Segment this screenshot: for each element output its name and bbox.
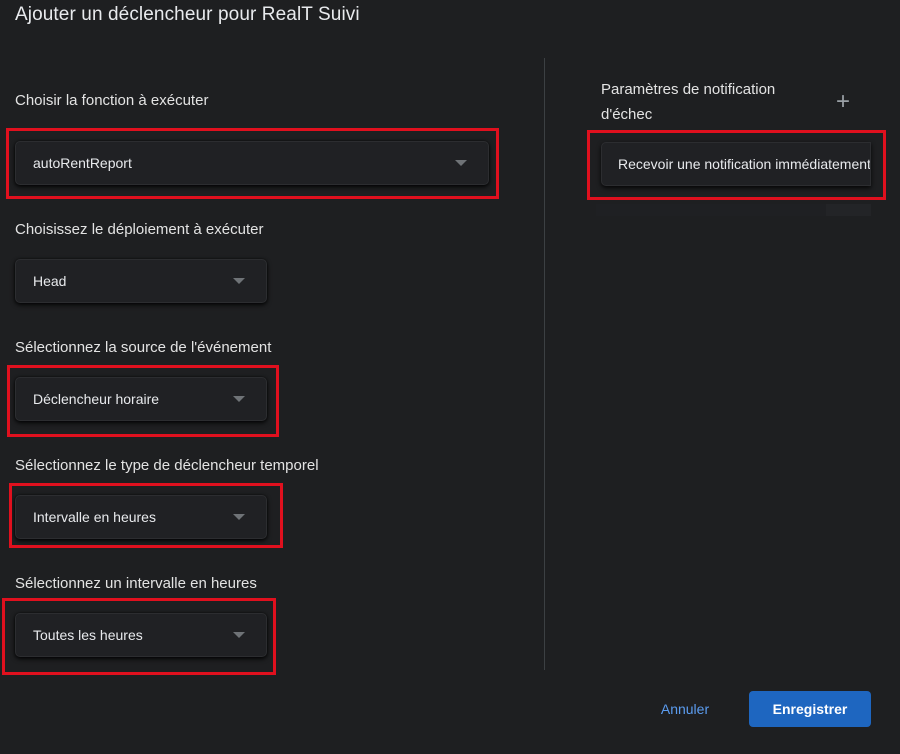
- deployment-select[interactable]: Head: [15, 259, 267, 303]
- failure-notification-value: Recevoir une notification immédiatement: [618, 156, 871, 172]
- event-source-select[interactable]: Déclencheur horaire: [15, 377, 267, 421]
- deployment-select-value: Head: [33, 273, 67, 289]
- deployment-label: Choisissez le déploiement à exécuter: [15, 221, 264, 238]
- function-select[interactable]: autoRentReport: [15, 141, 489, 185]
- function-label: Choisir la fonction à exécuter: [15, 92, 209, 109]
- dropdown-arrow-icon: [233, 278, 245, 284]
- dialog-title: Ajouter un déclencheur pour RealT Suivi: [15, 4, 360, 25]
- column-divider: [544, 58, 545, 670]
- scrollbar-thumb[interactable]: [596, 204, 826, 216]
- failure-notification-select[interactable]: Recevoir une notification immédiatement: [601, 142, 871, 186]
- dropdown-arrow-icon: [455, 160, 467, 166]
- interval-select-value: Toutes les heures: [33, 627, 143, 643]
- failure-notification-label: Paramètres de notification d'échec: [601, 81, 776, 123]
- event-source-label: Sélectionnez la source de l'événement: [15, 339, 272, 356]
- dropdown-arrow-icon: [233, 632, 245, 638]
- save-button[interactable]: Enregistrer: [749, 691, 871, 727]
- interval-select[interactable]: Toutes les heures: [15, 613, 267, 657]
- interval-label: Sélectionnez un intervalle en heures: [15, 575, 257, 592]
- dropdown-arrow-icon: [233, 396, 245, 402]
- trigger-type-label: Sélectionnez le type de déclencheur temp…: [15, 457, 319, 474]
- plus-icon[interactable]: +: [836, 90, 850, 114]
- function-select-value: autoRentReport: [33, 155, 132, 171]
- event-source-select-value: Déclencheur horaire: [33, 391, 160, 407]
- cancel-button[interactable]: Annuler: [646, 692, 724, 726]
- horizontal-scrollbar[interactable]: [596, 204, 871, 216]
- trigger-type-select[interactable]: Intervalle en heures: [15, 495, 267, 539]
- trigger-type-select-value: Intervalle en heures: [33, 509, 156, 525]
- dropdown-arrow-icon: [233, 514, 245, 520]
- add-trigger-dialog: Ajouter un déclencheur pour RealT Suivi …: [0, 0, 900, 754]
